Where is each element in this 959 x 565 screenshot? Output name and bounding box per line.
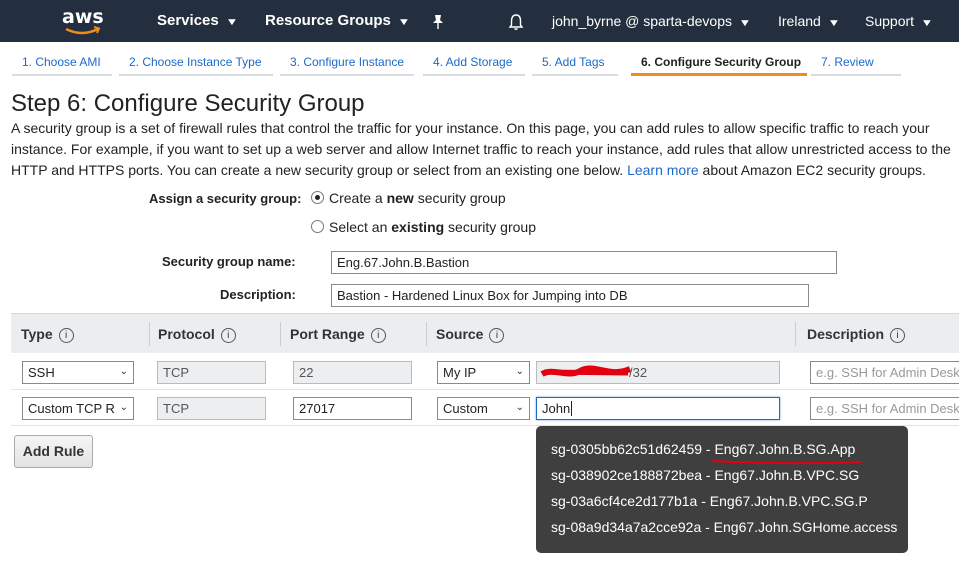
rules-table-header: Type i Protocol i Port Range i Source i Desc…	[11, 313, 959, 353]
tab-review[interactable]: 7. Review	[811, 48, 901, 76]
protocol-field: TCP	[157, 397, 266, 420]
text-cursor	[571, 401, 573, 416]
resource-groups-menu[interactable]: Resource Groups ▼	[265, 0, 411, 42]
column-source: Source i	[436, 314, 505, 354]
description-placeholder: e.g. SSH for Admin Desktop	[816, 365, 959, 380]
radio-create-new[interactable]	[311, 191, 324, 204]
tab-add-tags[interactable]: 5. Add Tags	[532, 48, 618, 76]
support-menu[interactable]: Support ▼	[865, 0, 934, 42]
description-rule-input[interactable]: e.g. SSH for Admin Desktop	[810, 397, 959, 420]
column-divider	[149, 322, 150, 346]
account-label: john_byrne @ sparta-devops	[552, 13, 732, 29]
create-prefix: Create a	[329, 190, 387, 206]
chevron-down-icon: ⌄	[515, 366, 524, 377]
bell-icon[interactable]	[508, 0, 524, 42]
create-suffix: security group	[413, 190, 506, 206]
chevron-down-icon: ⌄	[119, 402, 128, 413]
description-input[interactable]: Bastion - Hardened Linux Box for Jumping…	[331, 284, 809, 307]
source-cidr-input[interactable]: John	[536, 397, 780, 420]
account-menu[interactable]: john_byrne @ sparta-devops ▼	[552, 0, 752, 42]
resource-groups-label: Resource Groups	[265, 12, 391, 29]
description-header-label: Description	[807, 326, 885, 342]
port-range-field: 22	[293, 361, 412, 384]
services-label: Services	[157, 12, 219, 29]
top-nav: aws Services ▼ Resource Groups ▼ john_byrn…	[0, 0, 959, 42]
select-existing-group-option[interactable]: Select an existing security group	[311, 219, 536, 235]
cidr-value: John	[542, 401, 571, 416]
tab-choose-ami[interactable]: 1. Choose AMI	[12, 48, 112, 76]
security-group-name-input[interactable]: Eng.67.John.B.Bastion	[331, 251, 837, 274]
type-value: SSH	[28, 365, 55, 380]
tab-configure-security-group[interactable]: 6. Configure Security Group	[631, 48, 807, 76]
autocomplete-option[interactable]: sg-08a9d34a7a2cce92a - Eng67.John.SGHome…	[536, 518, 908, 544]
assign-group-label: Assign a security group:	[149, 191, 302, 206]
pin-icon[interactable]	[431, 0, 445, 42]
chevron-down-icon: ▼	[397, 17, 411, 28]
source-select[interactable]: Custom ⌄	[437, 397, 530, 420]
chevron-down-icon: ▼	[225, 17, 239, 28]
autocomplete-option[interactable]: sg-03a6cf4ce2d177b1a - Eng67.John.B.VPC.…	[536, 492, 908, 518]
port-range-input[interactable]: 27017	[293, 397, 412, 420]
security-group-autocomplete: sg-0305bb62c51d62459 - Eng67.John.B.SG.A…	[536, 426, 908, 553]
chevron-down-icon: ▼	[738, 18, 752, 29]
radio-select-existing[interactable]	[311, 220, 324, 233]
chevron-down-icon: ⌄	[119, 366, 128, 377]
type-header-label: Type	[21, 326, 53, 342]
source-value: Custom	[443, 401, 488, 416]
info-icon[interactable]: i	[890, 328, 906, 343]
column-protocol: Protocol i	[158, 314, 236, 354]
select-prefix: Select an	[329, 219, 392, 235]
add-rule-button[interactable]: Add Rule	[14, 435, 93, 468]
info-icon[interactable]: i	[58, 328, 74, 343]
intro-tail: about Amazon EC2 security groups.	[702, 162, 926, 178]
select-bold: existing	[391, 219, 445, 235]
annotation-underline	[711, 460, 862, 465]
region-menu[interactable]: Ireland ▼	[778, 0, 841, 42]
tab-configure-instance[interactable]: 3. Configure Instance	[280, 48, 414, 76]
column-description: Description i	[807, 314, 906, 354]
services-menu[interactable]: Services ▼	[157, 0, 239, 42]
wizard-tabs: 1. Choose AMI 2. Choose Instance Type 3.…	[0, 42, 959, 78]
aws-smile-icon	[65, 26, 101, 35]
redaction-scribble	[540, 365, 632, 377]
region-label: Ireland	[778, 13, 821, 29]
select-suffix: security group	[444, 219, 536, 235]
page-title: Step 6: Configure Security Group	[11, 90, 365, 117]
column-port-range: Port Range i	[290, 314, 386, 354]
column-divider	[426, 322, 427, 346]
port-range-header-label: Port Range	[290, 326, 365, 342]
source-header-label: Source	[436, 326, 484, 342]
description-placeholder: e.g. SSH for Admin Desktop	[816, 401, 959, 416]
support-label: Support	[865, 13, 915, 29]
info-icon[interactable]: i	[220, 328, 236, 343]
autocomplete-option[interactable]: sg-038902ce188872bea - Eng67.John.B.VPC.…	[536, 466, 908, 492]
protocol-header-label: Protocol	[158, 326, 215, 342]
tab-add-storage[interactable]: 4. Add Storage	[423, 48, 525, 76]
type-select[interactable]: Custom TCP R ⌄	[22, 397, 134, 420]
protocol-field: TCP	[157, 361, 266, 384]
learn-more-link[interactable]: Learn more	[627, 162, 699, 178]
description-label: Description:	[220, 287, 296, 302]
column-type: Type i	[21, 314, 74, 354]
chevron-down-icon: ▼	[920, 18, 934, 29]
source-select[interactable]: My IP ⌄	[437, 361, 530, 384]
info-icon[interactable]: i	[489, 328, 505, 343]
type-value: Custom TCP R	[28, 401, 115, 416]
description-rule-input[interactable]: e.g. SSH for Admin Desktop	[810, 361, 959, 384]
type-select[interactable]: SSH ⌄	[22, 361, 134, 384]
security-group-name-label: Security group name:	[162, 254, 296, 269]
page-description: A security group is a set of firewall ru…	[11, 118, 951, 181]
column-divider	[795, 322, 796, 346]
aws-logo[interactable]: aws	[60, 4, 106, 38]
tab-choose-instance-type[interactable]: 2. Choose Instance Type	[119, 48, 273, 76]
column-divider	[280, 322, 281, 346]
source-value: My IP	[443, 365, 477, 380]
chevron-down-icon: ⌄	[515, 402, 524, 413]
chevron-down-icon: ▼	[827, 18, 841, 29]
info-icon[interactable]: i	[370, 328, 386, 343]
row-divider	[11, 389, 959, 390]
create-new-group-option[interactable]: Create a new security group	[311, 190, 506, 206]
create-bold: new	[386, 190, 414, 206]
